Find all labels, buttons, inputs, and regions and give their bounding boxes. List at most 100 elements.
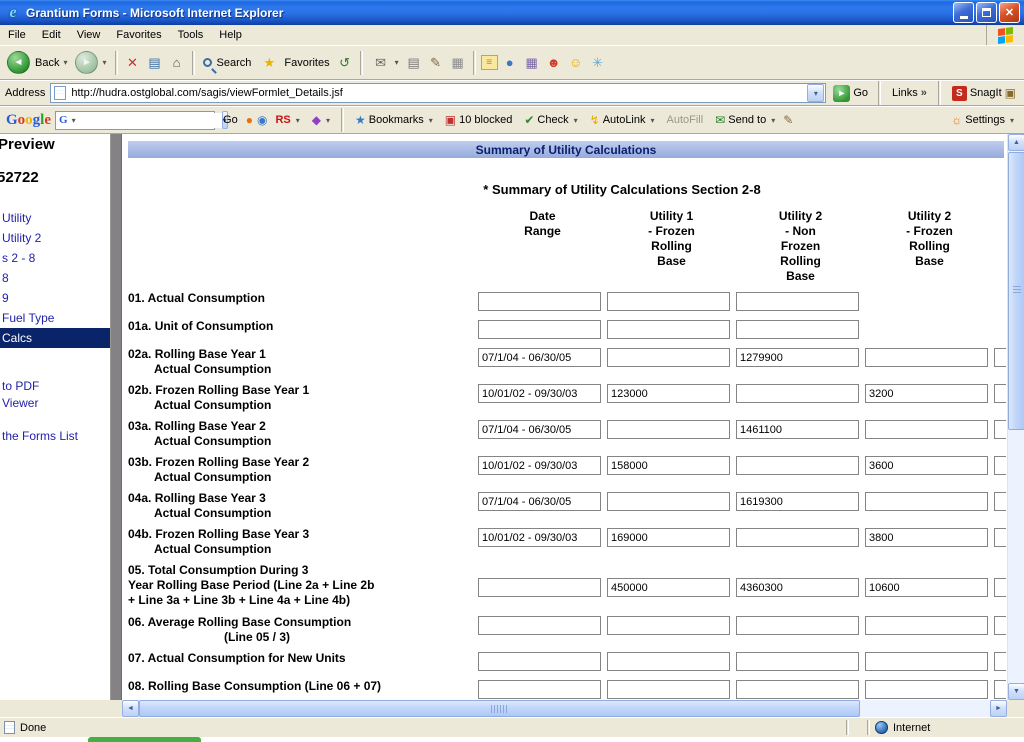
field-03a-col5[interactable] [994,420,1006,439]
field-02a-col5[interactable] [994,348,1006,367]
back-button[interactable]: ◄ Back ▾ [4,50,70,75]
forward-button[interactable]: ► ▾ [72,50,109,75]
horizontal-scroll-thumb[interactable] [139,700,860,717]
address-dropdown-button[interactable]: ▾ [807,84,824,102]
mail-button[interactable]: ✉ ▾ [368,52,402,74]
sendto-menu[interactable]: ✉ Send to ▾ [711,113,779,127]
field-02b-col2[interactable] [607,384,730,403]
print-icon[interactable]: ▤ [404,53,424,73]
field-04a-col5[interactable] [994,492,1006,511]
minimize-button[interactable] [953,2,974,23]
page-info-menu[interactable]: ◆ ▾ [308,113,334,127]
pagerank-icon[interactable]: ● [246,113,253,127]
field-04a-col1[interactable] [478,492,601,511]
back-dropdown-icon[interactable]: ▾ [63,58,67,67]
smiley-icon[interactable]: ☺ [566,53,586,73]
field-08-col3[interactable] [736,680,859,699]
globe-icon[interactable]: ● [500,53,520,73]
field-06-col5[interactable] [994,616,1006,635]
google-search-input[interactable] [76,113,222,128]
scroll-right-button[interactable]: ► [990,700,1007,717]
favorites-button[interactable]: ★ Favorites [256,52,332,74]
field-01-col3[interactable] [736,292,859,311]
field-02a-col2[interactable] [607,348,730,367]
field-07-col1[interactable] [478,652,601,671]
settings-menu[interactable]: ☼ Settings ▾ [947,113,1018,127]
field-05-col3[interactable] [736,578,859,597]
sidebar-item-to-pdf[interactable]: to PDF [0,378,110,395]
field-03b-col5[interactable] [994,456,1006,475]
sidebar-item-fuel-type[interactable]: Fuel Type [0,308,110,328]
field-01a-col1[interactable] [478,320,601,339]
autofill-button[interactable]: AutoFill [663,114,708,126]
field-07-col3[interactable] [736,652,859,671]
field-03b-col1[interactable] [478,456,601,475]
spellcheck-menu[interactable]: ✔ Check ▾ [520,113,581,127]
field-04a-col3[interactable] [736,492,859,511]
field-02b-col5[interactable] [994,384,1006,403]
home-icon[interactable]: ⌂ [167,53,187,73]
maximize-button[interactable] [976,2,997,23]
field-02b-col4[interactable] [865,384,988,403]
horizontal-scrollbar[interactable]: ◄ ► [122,700,1007,717]
field-04b-col2[interactable] [607,528,730,547]
field-08-col1[interactable] [478,680,601,699]
field-03a-col3[interactable] [736,420,859,439]
field-06-col2[interactable] [607,616,730,635]
field-04a-col2[interactable] [607,492,730,511]
sidebar-item-8[interactable]: 8 [0,268,110,288]
menu-item-help[interactable]: Help [211,25,250,45]
field-01a-col3[interactable] [736,320,859,339]
field-05-col4[interactable] [865,578,988,597]
field-04b-col1[interactable] [478,528,601,547]
mail-dropdown-icon[interactable]: ▾ [395,58,399,67]
field-06-col4[interactable] [865,616,988,635]
menu-item-view[interactable]: View [69,25,109,45]
sidebar-item-the-forms-list[interactable]: the Forms List [0,428,110,445]
field-04a-col4[interactable] [865,492,988,511]
field-07-col2[interactable] [607,652,730,671]
field-06-col1[interactable] [478,616,601,635]
sidebar-item-calcs[interactable]: Calcs [0,328,110,348]
field-03b-col2[interactable] [607,456,730,475]
msn-icon[interactable]: ✳ [588,53,608,73]
field-02a-col1[interactable] [478,348,601,367]
field-04b-col4[interactable] [865,528,988,547]
field-08-col2[interactable] [607,680,730,699]
search-button[interactable]: Search [200,56,255,70]
menu-item-favorites[interactable]: Favorites [108,25,169,45]
page-icon[interactable]: ▤ [145,53,165,73]
links-menu[interactable]: Links » [889,87,930,99]
popup-blocker-button[interactable]: ▣ 10 blocked [441,113,517,127]
info-ring-icon[interactable]: ◉ [257,113,267,127]
vertical-scrollbar[interactable]: ▲ ▼ [1007,134,1024,700]
messenger-icon[interactable]: ☻ [544,53,564,73]
address-input[interactable] [69,85,807,101]
sidebar-item-viewer[interactable]: Viewer [0,395,110,412]
field-05-col2[interactable] [607,578,730,597]
field-07-col5[interactable] [994,652,1006,671]
history-icon[interactable]: ↺ [335,53,355,73]
field-05-col5[interactable] [994,578,1006,597]
field-03a-col4[interactable] [865,420,988,439]
sidebar-item-s-2-8[interactable]: s 2 - 8 [0,248,110,268]
vertical-scroll-thumb[interactable] [1008,152,1024,430]
bookmarks-menu[interactable]: ★ Bookmarks ▾ [351,113,437,127]
grid-icon[interactable]: ▦ [448,53,468,73]
field-01-col2[interactable] [607,292,730,311]
field-03a-col2[interactable] [607,420,730,439]
field-04b-col3[interactable] [736,528,859,547]
google-go-button[interactable]: Go [219,114,242,126]
stop-icon[interactable]: ✕ [123,53,143,73]
field-03b-col4[interactable] [865,456,988,475]
field-06-col3[interactable] [736,616,859,635]
go-button[interactable]: ► Go [831,85,870,102]
field-01a-col2[interactable] [607,320,730,339]
rs-menu[interactable]: RS ▾ [271,114,303,126]
field-08-col5[interactable] [994,680,1006,699]
field-04b-col5[interactable] [994,528,1006,547]
sidebar-item-utility-2[interactable]: Utility 2 [0,228,110,248]
google-g-icon[interactable]: G [59,114,68,126]
frame-splitter[interactable] [110,134,122,700]
scroll-up-button[interactable]: ▲ [1008,134,1024,151]
